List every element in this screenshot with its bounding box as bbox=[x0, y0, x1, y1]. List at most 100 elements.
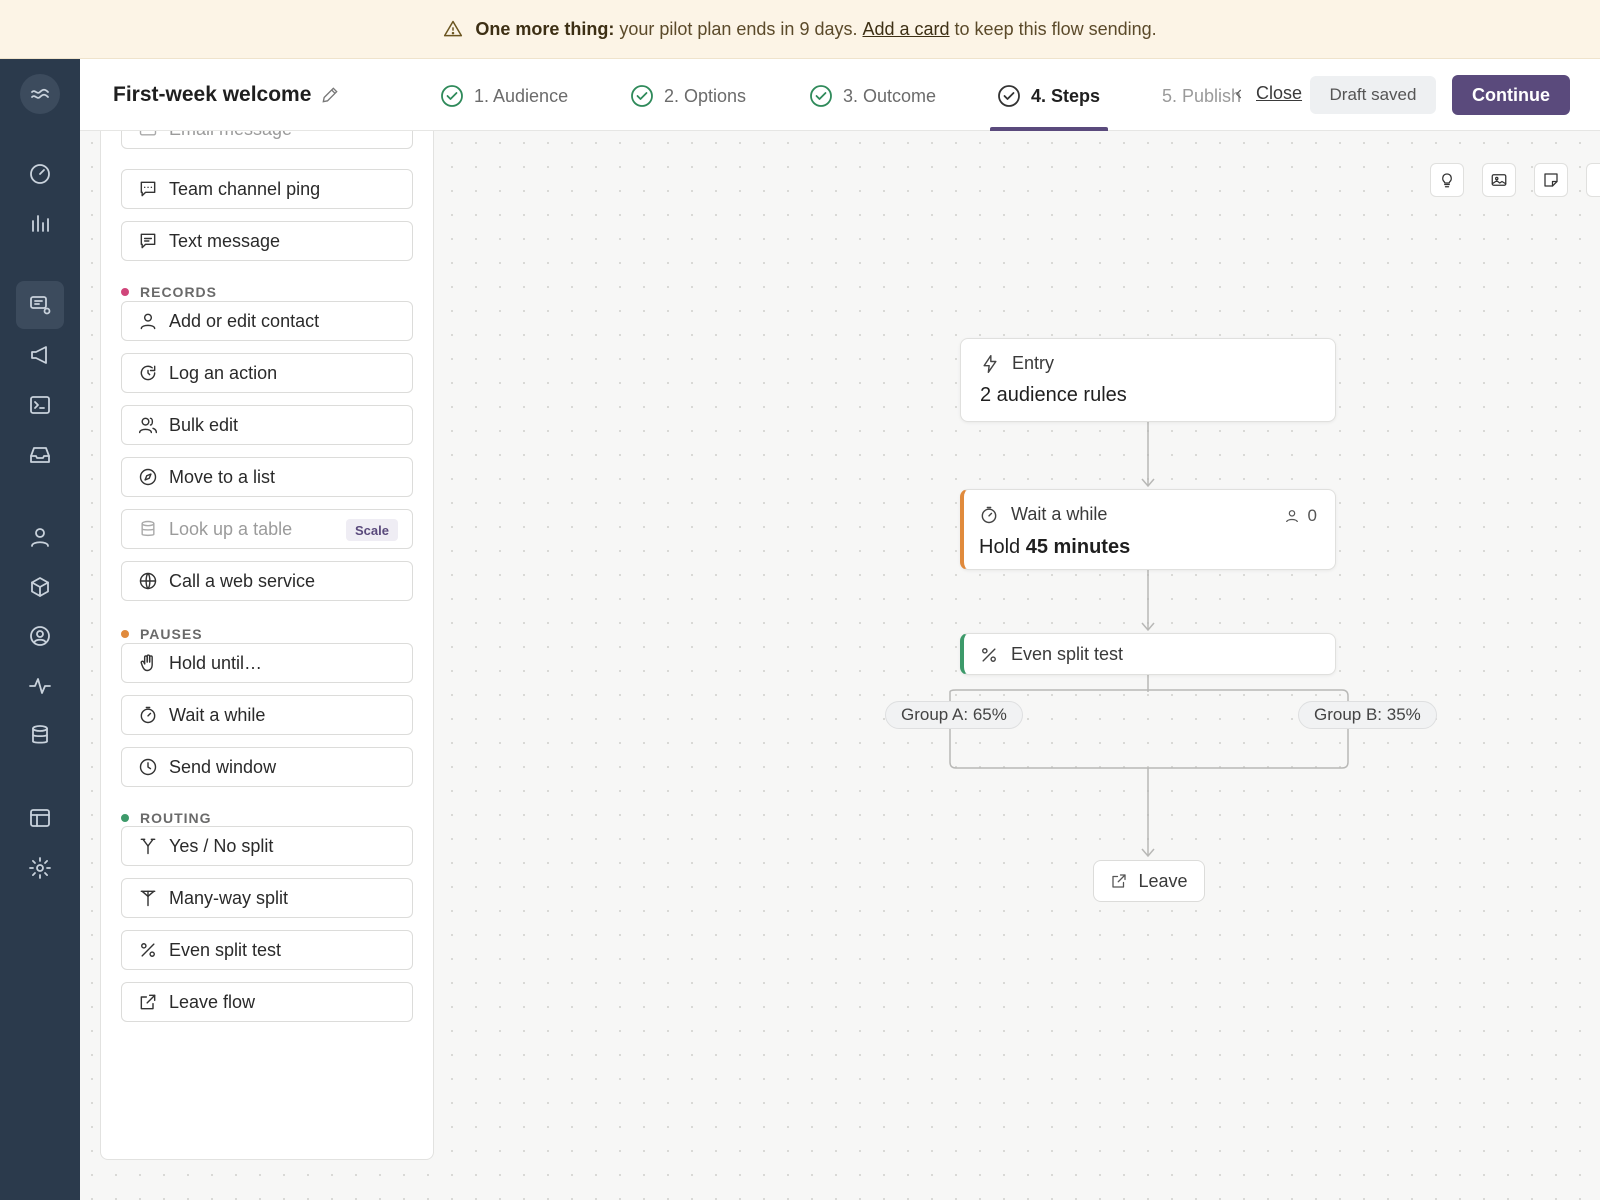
check-circle-icon bbox=[441, 85, 463, 107]
split-node[interactable]: Even split test bbox=[960, 633, 1336, 675]
step-label: 5. Publish bbox=[1162, 85, 1240, 106]
rail-data[interactable] bbox=[16, 711, 64, 759]
palette-item-bulk-edit[interactable]: Bulk edit bbox=[121, 405, 413, 445]
step-options[interactable]: 2. Options bbox=[630, 81, 746, 111]
palette-item-add-contact[interactable]: Add or edit contact bbox=[121, 301, 413, 341]
rail-inbox[interactable] bbox=[16, 431, 64, 479]
banner-bold-text: One more thing: bbox=[475, 18, 615, 39]
rail-campaigns[interactable] bbox=[16, 331, 64, 379]
message-icon bbox=[140, 233, 156, 249]
person-icon bbox=[31, 528, 49, 547]
editor-topbar: First-week welcome 1. Audience 2. Option… bbox=[80, 59, 1600, 131]
rail-dashboard[interactable] bbox=[16, 150, 64, 198]
palette-item-many-way-split[interactable]: Many-way split bbox=[121, 878, 413, 918]
layout-icon bbox=[30, 809, 50, 827]
rail-accounts[interactable] bbox=[16, 612, 64, 660]
chat-icon bbox=[140, 181, 156, 197]
tips-button[interactable] bbox=[1430, 163, 1464, 197]
palette-item-team-channel[interactable]: Team channel ping bbox=[121, 169, 413, 209]
person-icon bbox=[140, 313, 156, 330]
palette-item-move-list[interactable]: Move to a list bbox=[121, 457, 413, 497]
group-b-pill[interactable]: Group B: 35% bbox=[1298, 701, 1437, 729]
rail-terminal[interactable] bbox=[16, 381, 64, 429]
palette-item-log-action[interactable]: Log an action bbox=[121, 353, 413, 393]
check-circle-icon bbox=[810, 85, 832, 107]
entry-node[interactable]: Entry 2 audience rules bbox=[960, 338, 1336, 422]
stopwatch-icon bbox=[981, 506, 997, 523]
multi-fork-icon bbox=[140, 890, 156, 907]
palette-item-lookup-table[interactable]: Look up a table Scale bbox=[121, 509, 413, 549]
palette-item-label: Hold until… bbox=[169, 652, 263, 673]
palette-item-label: Send window bbox=[169, 756, 277, 777]
split-node-title: Even split test bbox=[1011, 644, 1124, 664]
step-outcome[interactable]: 3. Outcome bbox=[809, 81, 936, 111]
add-card-link[interactable]: Add a card bbox=[862, 19, 949, 40]
palette-item-send-window[interactable]: Send window bbox=[121, 747, 413, 787]
palette-item-label: Yes / No split bbox=[169, 835, 274, 856]
rail-flows[interactable] bbox=[16, 281, 64, 329]
rail-settings[interactable] bbox=[16, 844, 64, 892]
edit-title-button[interactable] bbox=[320, 85, 340, 105]
lightning-icon bbox=[983, 354, 997, 373]
app-logo[interactable] bbox=[20, 74, 60, 114]
leave-node[interactable]: Leave bbox=[1093, 860, 1205, 902]
database-icon bbox=[141, 520, 155, 537]
palette-item-yes-no-split[interactable]: Yes / No split bbox=[121, 826, 413, 866]
more-tools-button[interactable] bbox=[1586, 163, 1600, 197]
wait-node[interactable]: Wait a while 0 Hold 45 minutes bbox=[960, 489, 1336, 570]
rail-reports[interactable] bbox=[16, 199, 64, 247]
palette-item-label: Team channel ping bbox=[169, 178, 321, 199]
entry-node-body: 2 audience rules bbox=[980, 384, 1127, 406]
step-audience[interactable]: 1. Audience bbox=[440, 81, 568, 111]
palette-item-label: Wait a while bbox=[169, 704, 266, 725]
continue-button[interactable]: Continue bbox=[1452, 75, 1570, 115]
palette-item-text-message[interactable]: Text message bbox=[121, 221, 413, 261]
check-circle-icon bbox=[998, 85, 1020, 107]
palette-item-web-service[interactable]: Call a web service bbox=[121, 561, 413, 601]
refresh-icon bbox=[140, 365, 156, 381]
external-link-icon bbox=[140, 994, 156, 1010]
inbox-icon bbox=[30, 447, 50, 463]
wait-node-count-value: 0 bbox=[1307, 506, 1317, 525]
mail-icon bbox=[139, 131, 157, 136]
close-button[interactable]: Close bbox=[1232, 83, 1302, 104]
image-button[interactable] bbox=[1482, 163, 1516, 197]
step-publish[interactable]: 5. Publish bbox=[1162, 81, 1240, 111]
section-title: ROUTING bbox=[140, 810, 212, 826]
wait-node-header: Wait a while bbox=[979, 504, 1107, 525]
rail-layout[interactable] bbox=[16, 794, 64, 842]
draft-status: Draft saved bbox=[1310, 76, 1436, 114]
sticky-note-button[interactable] bbox=[1534, 163, 1568, 197]
gauge-icon bbox=[30, 164, 50, 184]
user-circle-icon bbox=[30, 626, 50, 646]
percent-icon bbox=[141, 943, 155, 957]
chevron-left-icon bbox=[1235, 89, 1242, 98]
banner-text: your pilot plan ends in 9 days. bbox=[619, 18, 858, 39]
image-icon bbox=[1491, 174, 1507, 186]
palette-item-leave-flow[interactable]: Leave flow bbox=[121, 982, 413, 1022]
check-circle-icon bbox=[631, 85, 653, 107]
rail-activity[interactable] bbox=[16, 662, 64, 710]
fork-icon bbox=[140, 838, 156, 855]
section-routing: ROUTING bbox=[121, 810, 212, 826]
rail-objects[interactable] bbox=[16, 563, 64, 611]
rail-people[interactable] bbox=[16, 513, 64, 561]
palette-item-hold-until[interactable]: Hold until… bbox=[121, 643, 413, 683]
palette-item-email[interactable]: Email message bbox=[121, 131, 413, 149]
step-steps[interactable]: 4. Steps bbox=[997, 81, 1100, 111]
database-icon bbox=[32, 725, 48, 744]
palette-item-wait-while[interactable]: Wait a while bbox=[121, 695, 413, 735]
flow-icon bbox=[30, 296, 51, 315]
percent-icon bbox=[982, 647, 996, 662]
bar-chart-icon bbox=[32, 215, 49, 232]
palette-item-label: Log an action bbox=[169, 362, 278, 383]
palette-item-even-split[interactable]: Even split test bbox=[121, 930, 413, 970]
cube-icon bbox=[31, 577, 49, 597]
palette-item-label: Call a web service bbox=[169, 570, 316, 591]
wait-node-title: Wait a while bbox=[1011, 504, 1108, 524]
lightbulb-icon bbox=[1442, 173, 1452, 188]
group-a-pill[interactable]: Group A: 65% bbox=[885, 701, 1023, 729]
wait-node-body-prefix: Hold bbox=[979, 536, 1021, 558]
external-link-icon bbox=[1112, 874, 1127, 888]
palette-item-label: Even split test bbox=[169, 939, 282, 960]
